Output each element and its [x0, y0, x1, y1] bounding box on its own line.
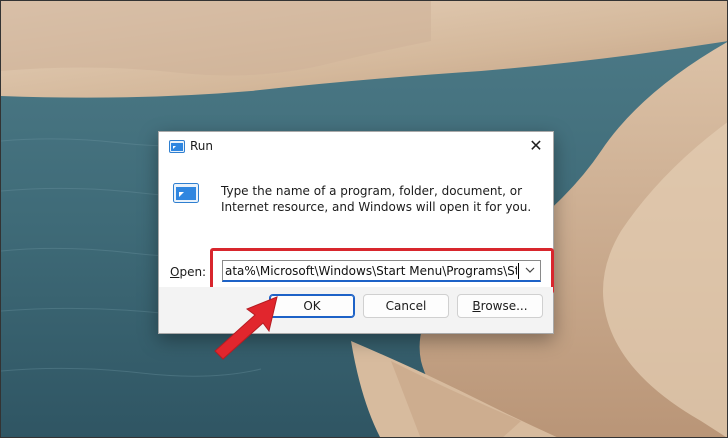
dialog-body: Type the name of a program, folder, docu… — [159, 161, 554, 294]
cancel-button[interactable]: Cancel — [363, 294, 449, 318]
desktop-background: Run ✕ Type the name of a program, folder… — [0, 0, 728, 438]
browse-label: rowse... — [480, 299, 528, 313]
chevron-down-icon[interactable] — [524, 264, 536, 276]
run-app-icon — [173, 183, 199, 203]
run-app-icon — [169, 140, 185, 153]
open-label: Open: — [170, 265, 206, 279]
open-input[interactable]: ata%\Microsoft\Windows\Start Menu\Progra… — [225, 264, 517, 278]
dialog-title: Run — [190, 139, 214, 153]
close-icon: ✕ — [529, 136, 543, 155]
open-label-text: pen: — [179, 265, 207, 279]
close-button[interactable]: ✕ — [519, 132, 553, 161]
red-pointer-arrow — [214, 296, 278, 360]
dialog-description: Type the name of a program, folder, docu… — [221, 184, 532, 214]
text-caret — [518, 263, 519, 279]
title-bar[interactable]: Run ✕ — [159, 132, 553, 161]
open-combobox[interactable]: ata%\Microsoft\Windows\Start Menu\Progra… — [222, 260, 541, 282]
browse-button[interactable]: Browse... — [457, 294, 543, 318]
browse-accelerator: B — [472, 299, 481, 313]
